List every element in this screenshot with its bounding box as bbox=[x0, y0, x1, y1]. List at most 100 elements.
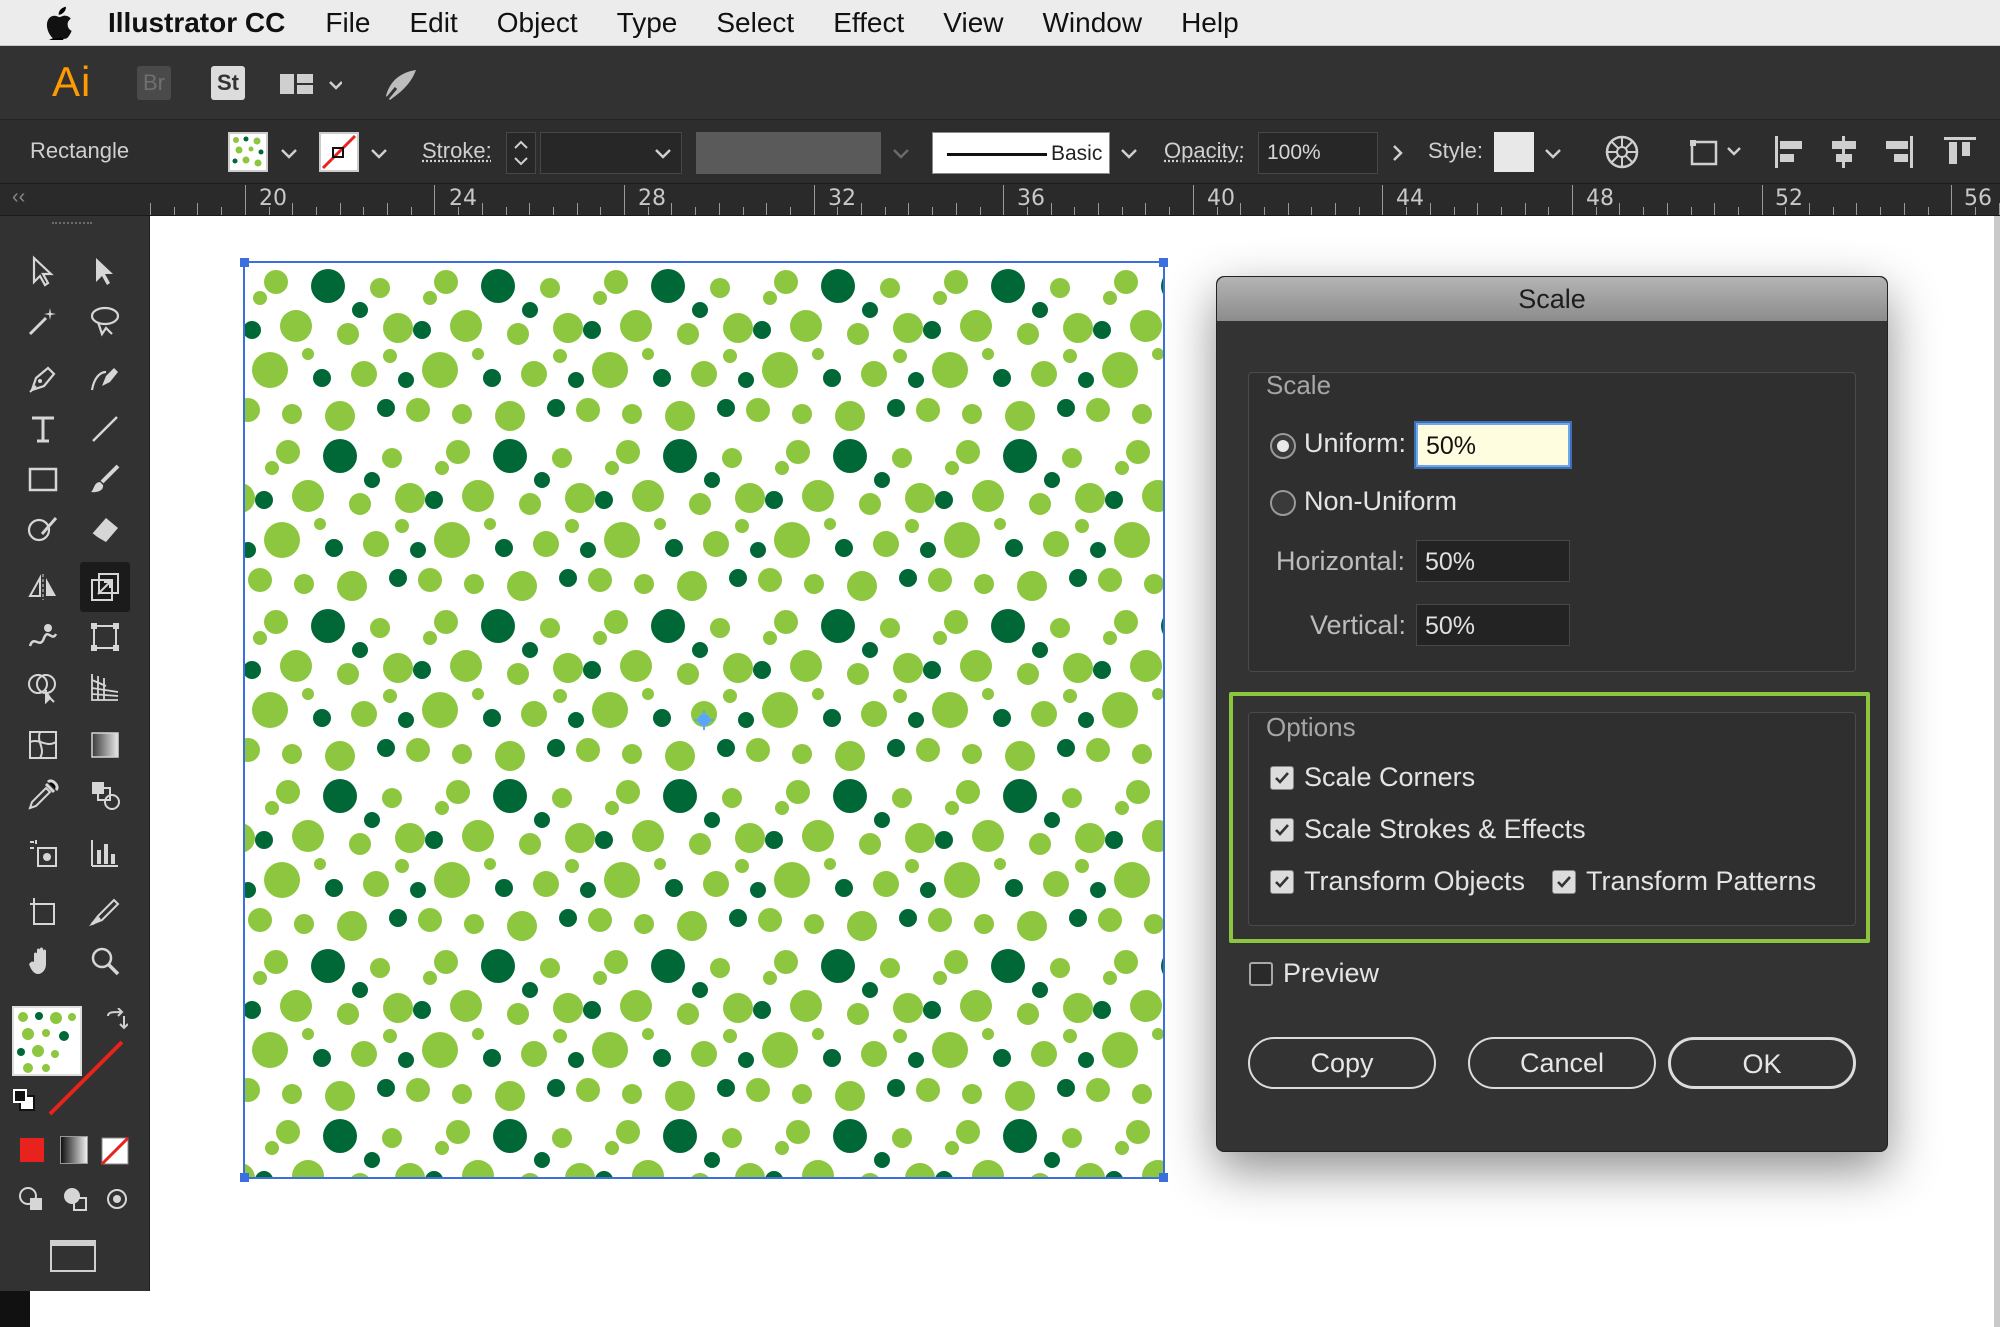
screen-mode-button[interactable] bbox=[50, 1240, 96, 1272]
apple-icon[interactable] bbox=[38, 3, 78, 43]
align-left-button[interactable] bbox=[1772, 134, 1808, 175]
stroke-weight-stepper[interactable] bbox=[506, 132, 536, 174]
selection-handle[interactable] bbox=[240, 258, 249, 267]
ruler-tick bbox=[1998, 203, 2000, 215]
artboard-tool[interactable] bbox=[22, 890, 64, 932]
slice-tool[interactable] bbox=[84, 890, 126, 932]
free-transform-tool[interactable] bbox=[84, 616, 126, 658]
stroke-weight-chevron-icon[interactable] bbox=[652, 142, 674, 164]
align-center-button[interactable] bbox=[1826, 134, 1862, 175]
menu-effect[interactable]: Effect bbox=[833, 7, 904, 39]
brush-definition-field[interactable]: Basic bbox=[932, 132, 1110, 174]
bridge-button[interactable]: Br bbox=[137, 66, 171, 100]
draw-inside-icon[interactable] bbox=[102, 1184, 132, 1214]
paintbrush-tool[interactable] bbox=[84, 458, 126, 500]
hand-tool[interactable] bbox=[22, 940, 64, 982]
pattern-dot bbox=[735, 859, 749, 873]
align-right-button[interactable] bbox=[1880, 134, 1916, 175]
nonuniform-radio[interactable] bbox=[1270, 490, 1296, 516]
gpu-performance-button[interactable] bbox=[380, 66, 420, 111]
stroke-dropdown-chevron-icon[interactable] bbox=[368, 142, 390, 164]
pen-tool[interactable] bbox=[22, 358, 64, 400]
selection-handle[interactable] bbox=[240, 1173, 249, 1182]
eraser-tool[interactable] bbox=[84, 508, 126, 550]
pattern-dot bbox=[1063, 993, 1093, 1023]
none-mode-icon[interactable] bbox=[100, 1136, 130, 1166]
scale-strokes-checkbox[interactable] bbox=[1270, 818, 1294, 842]
graphic-style-swatch[interactable] bbox=[1494, 132, 1534, 172]
scale-corners-checkbox[interactable] bbox=[1270, 766, 1294, 790]
menu-select[interactable]: Select bbox=[716, 7, 794, 39]
type-tool[interactable] bbox=[22, 408, 64, 450]
preview-checkbox[interactable] bbox=[1249, 962, 1273, 986]
uniform-radio[interactable] bbox=[1270, 433, 1296, 459]
pattern-dot bbox=[484, 858, 496, 870]
eyedropper-tool[interactable] bbox=[22, 774, 64, 816]
fill-swatch[interactable] bbox=[228, 132, 268, 172]
draw-behind-icon[interactable] bbox=[60, 1184, 90, 1214]
blend-tool[interactable] bbox=[84, 774, 126, 816]
shape-builder-tool[interactable] bbox=[22, 666, 64, 708]
line-segment-tool[interactable] bbox=[84, 408, 126, 450]
vertical-input[interactable]: 50% bbox=[1416, 604, 1570, 646]
mesh-tool[interactable] bbox=[22, 724, 64, 766]
reflect-tool[interactable] bbox=[22, 566, 64, 608]
variable-width-profile[interactable] bbox=[696, 132, 881, 174]
uniform-input[interactable]: 50% bbox=[1416, 423, 1570, 467]
ok-button[interactable]: OK bbox=[1668, 1037, 1856, 1089]
collapse-panels-icon[interactable]: ‹‹ bbox=[12, 186, 25, 209]
scale-tool[interactable] bbox=[80, 562, 130, 612]
stroke-swatch[interactable] bbox=[319, 132, 359, 172]
draw-normal-icon[interactable] bbox=[16, 1184, 46, 1214]
transform-patterns-checkbox[interactable] bbox=[1552, 870, 1576, 894]
brush-chevron-icon[interactable] bbox=[1118, 142, 1140, 164]
selection-handle[interactable] bbox=[1159, 258, 1168, 267]
menu-view[interactable]: View bbox=[943, 7, 1003, 39]
selection-handle[interactable] bbox=[1159, 1173, 1168, 1182]
menu-help[interactable]: Help bbox=[1181, 7, 1239, 39]
perspective-grid-tool[interactable] bbox=[84, 666, 126, 708]
default-fill-stroke-icon[interactable] bbox=[12, 1088, 38, 1114]
cancel-button[interactable]: Cancel bbox=[1468, 1037, 1656, 1089]
style-chevron-icon[interactable] bbox=[1542, 142, 1564, 164]
stock-button[interactable]: St bbox=[211, 66, 245, 100]
zoom-tool[interactable] bbox=[84, 940, 126, 982]
color-mode-button[interactable] bbox=[18, 1136, 46, 1164]
curvature-tool[interactable] bbox=[84, 358, 126, 400]
direct-selection-tool[interactable] bbox=[84, 250, 126, 292]
transform-button[interactable] bbox=[1688, 134, 1744, 175]
swap-fill-stroke-icon[interactable] bbox=[104, 1008, 128, 1032]
transform-objects-checkbox[interactable] bbox=[1270, 870, 1294, 894]
align-top-button[interactable] bbox=[1942, 134, 1978, 175]
menu-type[interactable]: Type bbox=[617, 7, 678, 39]
menu-edit[interactable]: Edit bbox=[409, 7, 457, 39]
lasso-tool[interactable] bbox=[84, 300, 126, 342]
pattern-dot bbox=[774, 950, 798, 974]
menu-file[interactable]: File bbox=[325, 7, 370, 39]
copy-button[interactable]: Copy bbox=[1248, 1037, 1436, 1089]
rectangle-tool[interactable] bbox=[22, 458, 64, 500]
pattern-rectangle[interactable] bbox=[240, 258, 1168, 1182]
opacity-arrow-icon[interactable] bbox=[1386, 142, 1408, 164]
magic-wand-tool[interactable] bbox=[22, 300, 64, 342]
opacity-input[interactable]: 100% bbox=[1258, 132, 1378, 174]
menu-window[interactable]: Window bbox=[1042, 7, 1142, 39]
profile-chevron-icon[interactable] bbox=[890, 142, 912, 164]
gradient-mode-button[interactable] bbox=[60, 1136, 88, 1164]
arrange-documents-button[interactable] bbox=[278, 70, 343, 105]
app-name-menu[interactable]: Illustrator CC bbox=[108, 7, 285, 39]
gradient-tool[interactable] bbox=[84, 724, 126, 766]
panel-grip[interactable] bbox=[52, 222, 92, 228]
opacity-label[interactable]: Opacity: bbox=[1164, 138, 1245, 164]
fill-dropdown-chevron-icon[interactable] bbox=[278, 142, 300, 164]
shaper-tool[interactable] bbox=[22, 508, 64, 550]
stroke-label[interactable]: Stroke: bbox=[422, 138, 492, 164]
selection-tool[interactable] bbox=[22, 250, 64, 292]
horizontal-ruler[interactable]: ‹‹ 20 24 28 32 36 40 44 48 52 56 bbox=[0, 184, 2000, 216]
symbol-sprayer-tool[interactable] bbox=[22, 832, 64, 874]
horizontal-input[interactable]: 50% bbox=[1416, 540, 1570, 582]
recolor-artwork-button[interactable] bbox=[1604, 134, 1640, 175]
menu-object[interactable]: Object bbox=[497, 7, 578, 39]
warp-tool[interactable] bbox=[22, 616, 64, 658]
column-graph-tool[interactable] bbox=[84, 832, 126, 874]
